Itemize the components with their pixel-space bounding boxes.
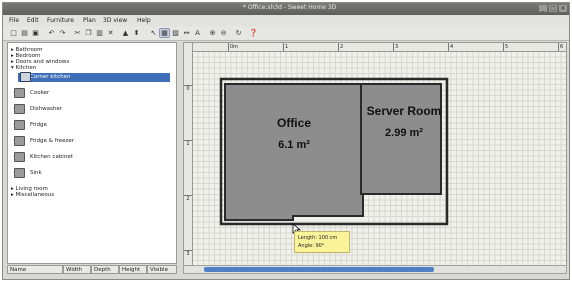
new-icon[interactable]: □ [9, 29, 18, 37]
paste-icon[interactable]: ▥ [95, 29, 104, 37]
plan-view[interactable]: 0m 1 2 3 4 5 6 0 1 2 3 Office 6.1 m² Ser… [183, 42, 567, 268]
undo-icon[interactable]: ↶ [47, 29, 56, 37]
wall-tooltip: Length: 100 cm Angle: 90° [294, 231, 350, 253]
copy-icon[interactable]: ❐ [84, 29, 93, 37]
select-icon[interactable]: ↖ [149, 29, 158, 37]
catalog-item-fridge-freezer[interactable]: Fridge & freezer [14, 136, 74, 146]
menu-plan[interactable]: Plan [83, 17, 96, 24]
wall-notch [292, 215, 364, 221]
column-visible[interactable]: Visible [147, 265, 177, 274]
maximize-button[interactable]: □ [549, 5, 557, 12]
column-depth[interactable]: Depth [91, 265, 119, 274]
menu-help[interactable]: Help [137, 17, 151, 24]
catalog-item-sink[interactable]: Sink [14, 168, 42, 178]
catalog-item-corner-kitchen[interactable]: Corner kitchen [18, 72, 170, 82]
tooltip-angle: Angle: 90° [298, 243, 325, 249]
add-text-icon[interactable]: A [193, 29, 202, 37]
menu-furniture[interactable]: Furniture [47, 17, 74, 24]
catalog-item-fridge[interactable]: Fridge [14, 120, 47, 130]
column-width[interactable]: Width [63, 265, 91, 274]
cut-icon[interactable]: ✂ [73, 29, 82, 37]
scrollbar-thumb[interactable] [204, 267, 434, 272]
kitchen-cabinet-icon [14, 152, 25, 162]
sink-icon [14, 168, 25, 178]
room-server-room[interactable] [360, 83, 442, 195]
menu-bar: File Edit Furniture Plan 3D view Help [3, 15, 569, 26]
open-icon[interactable]: ▤ [20, 29, 29, 37]
title-bar: * Office.sh3d - Sweet Home 3D _ □ × [3, 3, 569, 15]
redo-icon[interactable]: ↷ [58, 29, 67, 37]
kitchen-cabinet-icon [20, 72, 31, 82]
fridge-freezer-icon [14, 136, 25, 146]
minimize-button[interactable]: _ [539, 5, 547, 12]
app-window: * Office.sh3d - Sweet Home 3D _ □ × File… [2, 2, 570, 280]
room-label-office: Office [276, 116, 311, 130]
menu-file[interactable]: File [9, 17, 19, 24]
toolbar: □ ▤ ▣ ↶ ↷ ✂ ❐ ▥ ✕ ▲ ⬍ ↖ ▦ ▧ ↔ A ⊕ ⊖ ↻ ❓ [3, 26, 569, 41]
fridge-icon [14, 120, 25, 130]
menu-edit[interactable]: Edit [27, 17, 39, 24]
delete-icon[interactable]: ✕ [106, 29, 115, 37]
zoom-out-icon[interactable]: ⊖ [219, 29, 228, 37]
help-icon[interactable]: ❓ [249, 29, 258, 37]
close-button[interactable]: × [559, 5, 567, 12]
catalog-item-cooker[interactable]: Cooker [14, 88, 49, 98]
save-icon[interactable]: ▣ [31, 29, 40, 37]
zoom-in-icon[interactable]: ⊕ [208, 29, 217, 37]
dishwasher-icon [14, 104, 25, 114]
column-name[interactable]: Name [7, 265, 63, 274]
category-kitchen[interactable]: ▾ Kitchen [11, 65, 36, 71]
furniture-catalog: ▸ Bathroom ▸ Bedroom ▸ Doors and windows… [7, 42, 177, 264]
catalog-item-dishwasher[interactable]: Dishwasher [14, 104, 62, 114]
create-dimensions-icon[interactable]: ↔ [182, 29, 191, 37]
cooker-icon [14, 88, 25, 98]
add-furniture-icon[interactable]: ▲ [121, 29, 130, 37]
create-rooms-icon[interactable]: ▧ [171, 29, 180, 37]
rotate-icon[interactable]: ↻ [234, 29, 243, 37]
room-label-server-room: Server Room [366, 104, 442, 118]
plan-horizontal-scrollbar[interactable] [183, 265, 567, 274]
room-area-office: 6.1 m² [278, 139, 310, 151]
room-area-server-room: 2.99 m² [385, 127, 423, 139]
furniture-table-header: Name Width Depth Height Visible [7, 265, 177, 274]
room-office[interactable] [224, 83, 364, 221]
column-height[interactable]: Height [119, 265, 147, 274]
create-walls-icon[interactable]: ▦ [159, 28, 170, 38]
window-title: * Office.sh3d - Sweet Home 3D [243, 4, 337, 11]
import-icon[interactable]: ⬍ [132, 29, 141, 37]
menu-3d-view[interactable]: 3D view [103, 17, 127, 24]
tooltip-length: Length: 100 cm [298, 235, 338, 241]
catalog-item-kitchen-cabinet[interactable]: Kitchen cabinet [14, 152, 73, 162]
category-miscellaneous[interactable]: ▸ Miscellaneous [11, 192, 54, 198]
